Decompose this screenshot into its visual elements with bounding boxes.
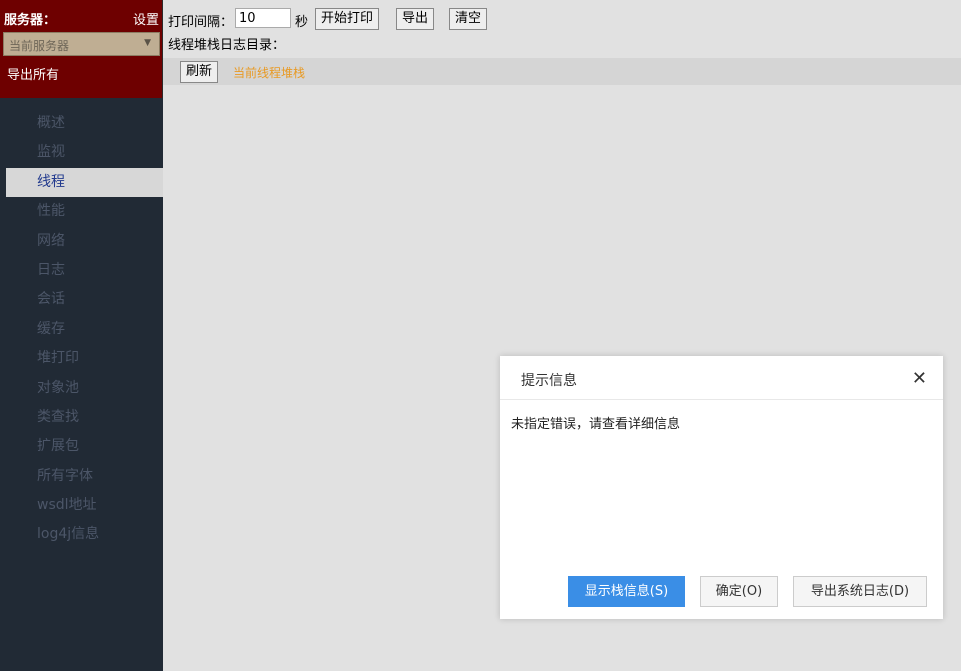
sidebar-item-network[interactable]: 网络 [0,227,163,256]
sidebar-item-logs[interactable]: 日志 [0,256,163,285]
export-all-link[interactable]: 导出所有 [7,64,59,83]
server-select[interactable]: 当前服务器 ▼ [3,32,160,56]
sidebar-nav: 概述 监视 线程 性能 网络 日志 会话 缓存 堆打印 对象池 类查找 扩展包 … [0,109,163,550]
sidebar-item-fonts[interactable]: 所有字体 [0,462,163,491]
sidebar-item-log4j[interactable]: log4j信息 [0,520,163,549]
chevron-down-icon: ▼ [144,38,151,48]
refresh-button[interactable]: 刷新 [180,61,219,83]
dialog-message: 未指定错误，请查看详细信息 [511,417,681,432]
settings-link[interactable]: 设置 [133,9,159,28]
message-dialog: 提示信息 ✕ 未指定错误，请查看详细信息 显示栈信息(S) 确定(O) 导出系统… [500,356,943,619]
close-icon[interactable]: ✕ [912,368,927,389]
sidebar-item-monitor[interactable]: 监视 [0,138,163,167]
current-stack-link[interactable]: 当前线程堆栈 [233,64,305,81]
show-stack-button[interactable]: 显示栈信息(S) [568,576,685,607]
dialog-title: 提示信息 [521,373,577,389]
sidebar-item-overview[interactable]: 概述 [0,109,163,138]
sidebar-item-object-pool[interactable]: 对象池 [0,374,163,403]
server-title: 服务器： [4,13,57,28]
server-select-value: 当前服务器 [9,39,70,53]
interval-label: 打印间隔： [168,15,234,30]
dialog-header: 提示信息 ✕ [500,356,943,400]
ok-button[interactable]: 确定(O) [700,576,778,607]
sidebar-item-performance[interactable]: 性能 [0,197,163,226]
sidebar: 服务器： 设置 当前服务器 ▼ 导出所有 概述 监视 线程 性能 网络 日志 会… [0,0,163,671]
interval-input[interactable] [235,8,291,28]
stack-toolbar: 刷新 当前线程堆栈 [163,58,961,85]
export-button[interactable]: 导出 [396,8,435,30]
sidebar-item-wsdl[interactable]: wsdl地址 [0,491,163,520]
sidebar-item-sessions[interactable]: 会话 [0,285,163,314]
start-print-button[interactable]: 开始打印 [315,8,380,30]
sidebar-item-cache[interactable]: 缓存 [0,315,163,344]
server-header: 服务器： 设置 [4,9,159,28]
server-panel: 服务器： 设置 当前服务器 ▼ 导出所有 [0,0,163,98]
sidebar-item-extensions[interactable]: 扩展包 [0,432,163,461]
export-log-button[interactable]: 导出系统日志(D) [793,576,927,607]
clear-button[interactable]: 清空 [449,8,488,30]
log-directory-label: 线程堆栈日志目录： [168,38,286,53]
sidebar-item-threads[interactable]: 线程 [6,167,163,198]
sidebar-item-class-lookup[interactable]: 类查找 [0,403,163,432]
interval-unit: 秒 [295,15,309,30]
sidebar-item-heap-dump[interactable]: 堆打印 [0,344,163,373]
